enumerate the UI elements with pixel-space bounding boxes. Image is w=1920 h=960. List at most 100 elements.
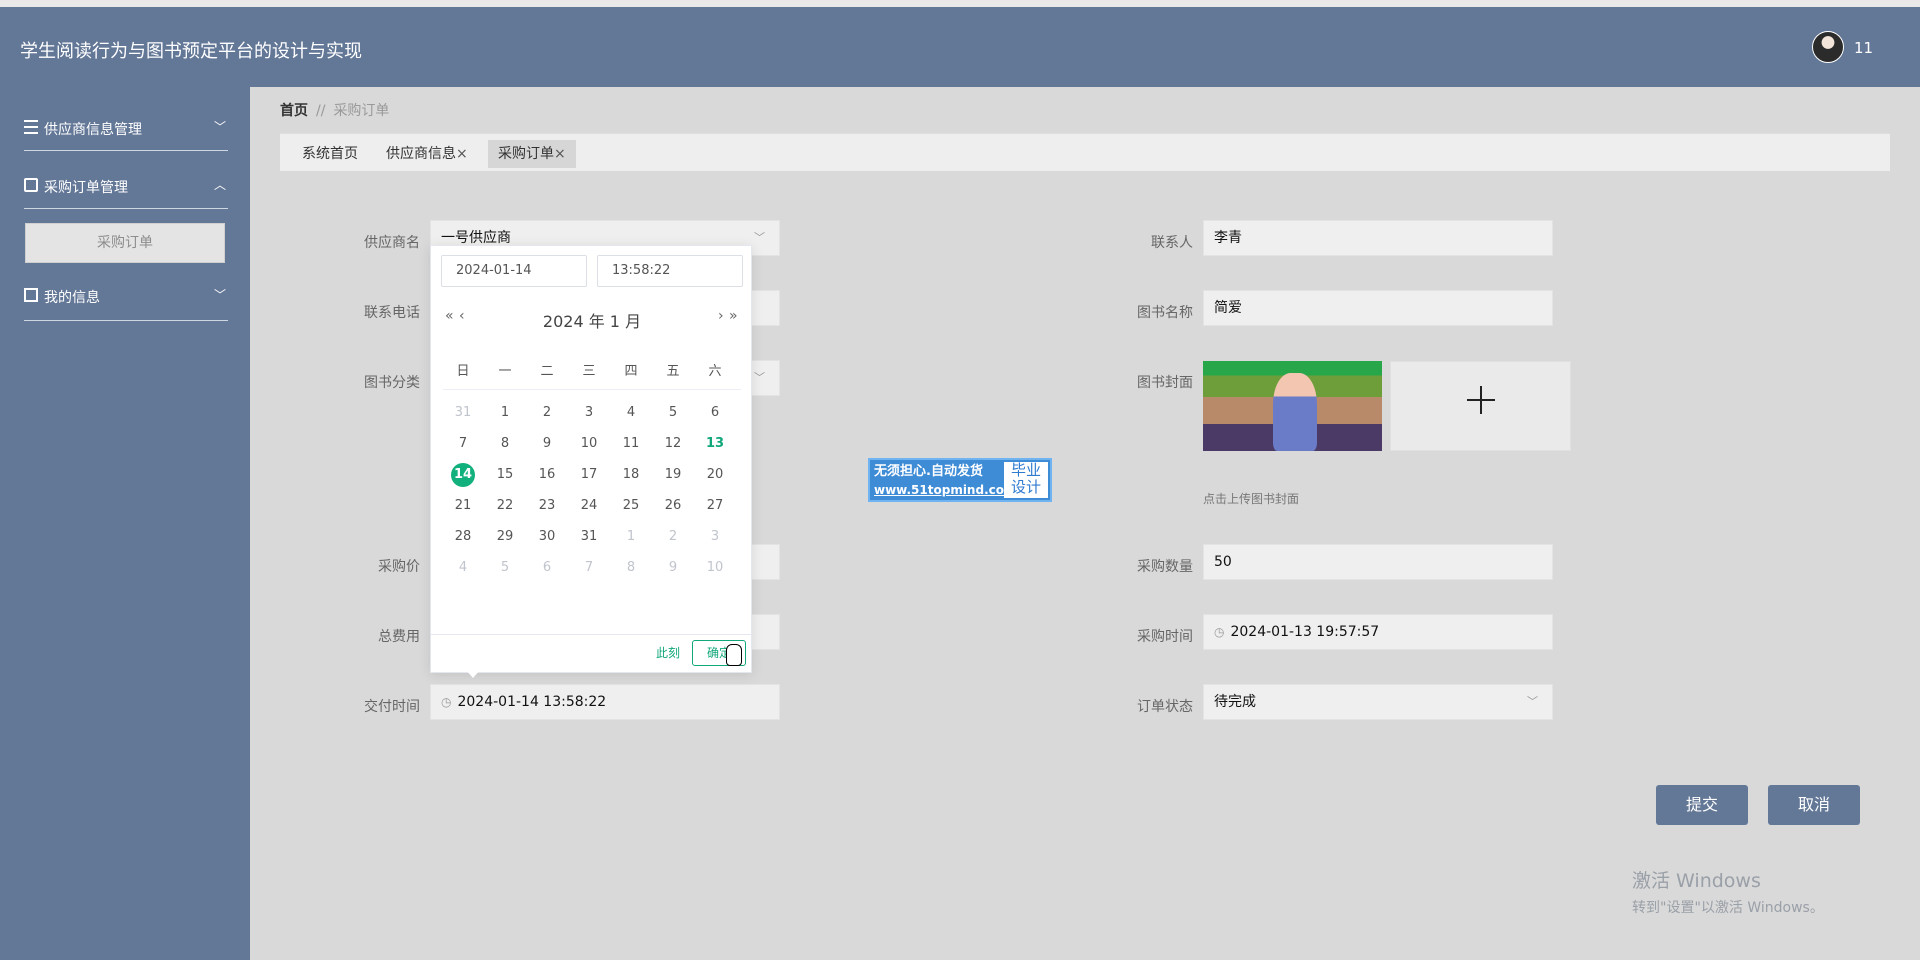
calendar-day[interactable]: 1 [611, 525, 651, 549]
calendar-day[interactable]: 23 [527, 494, 567, 518]
calendar-day[interactable]: 31 [569, 525, 609, 549]
watermark-banner[interactable]: 无须担心.自动发货 www.51topmind.com 毕业 设计 [868, 458, 1052, 502]
calendar-day[interactable]: 10 [695, 556, 735, 580]
weekday-label: 一 [498, 364, 512, 379]
calendar-day[interactable]: 3 [695, 525, 735, 549]
calendar-day[interactable]: 8 [611, 556, 651, 580]
calendar-day[interactable]: 5 [653, 401, 693, 425]
calendar-day[interactable]: 13 [695, 432, 735, 456]
calendar-day[interactable]: 19 [653, 463, 693, 487]
chevron-up-icon: ︿ [213, 178, 226, 192]
book-name-input[interactable]: 简爱 [1203, 290, 1553, 326]
delivery-time-label: 交付时间 [364, 699, 420, 715]
next-year-icon[interactable]: » [729, 308, 738, 324]
calendar-day[interactable]: 25 [611, 494, 651, 518]
quantity-label: 采购数量 [1137, 559, 1193, 575]
total-label: 总费用 [378, 629, 420, 645]
calendar-day[interactable]: 11 [611, 432, 651, 456]
picker-month-title[interactable]: 2024 年 1 月 [431, 308, 753, 332]
calendar-day[interactable]: 16 [527, 463, 567, 487]
sidebar-item-purchase[interactable]: 采购订单管理 ︿ [24, 170, 228, 200]
picker-time-input[interactable]: 13:58:22 [597, 255, 743, 287]
plus-icon [1467, 386, 1495, 414]
calendar-day[interactable]: 24 [569, 494, 609, 518]
calendar-day[interactable]: 5 [485, 556, 525, 580]
phone-label: 联系电话 [364, 305, 420, 321]
sidebar-item-supplier[interactable]: 供应商信息管理 ﹀ [24, 112, 228, 142]
calendar-day[interactable]: 1 [485, 401, 525, 425]
user-name[interactable]: 11 [1854, 39, 1873, 57]
supplier-name-label: 供应商名 [364, 235, 420, 251]
purchase-time-input[interactable]: ◷ 2024-01-13 19:57:57 [1203, 614, 1553, 650]
calendar-day[interactable]: 22 [485, 494, 525, 518]
breadcrumb-home[interactable]: 首页 [280, 103, 308, 119]
calendar-day[interactable]: 2 [653, 525, 693, 549]
calendar-day[interactable]: 2 [527, 401, 567, 425]
cancel-button[interactable]: 取消 [1768, 785, 1860, 825]
calendar-day[interactable]: 7 [569, 556, 609, 580]
calendar-day[interactable]: 18 [611, 463, 651, 487]
watermark-text: 无须担心.自动发货 www.51topmind.com [874, 462, 1017, 500]
picker-now-button[interactable]: 此刻 [656, 644, 680, 661]
chevron-down-icon: ﹀ [1527, 695, 1538, 708]
mouse-cursor [726, 644, 742, 666]
app-title: 学生阅读行为与图书预定平台的设计与实现 [20, 41, 362, 62]
tab-home[interactable]: 系统首页 [292, 140, 368, 168]
contact-input[interactable]: 李青 [1203, 220, 1553, 256]
purchase-time-label: 采购时间 [1137, 629, 1193, 645]
chevron-down-icon: ﹀ [213, 120, 226, 134]
calendar-day[interactable]: 17 [569, 463, 609, 487]
calendar-day[interactable]: 27 [695, 494, 735, 518]
breadcrumb: 首页 // 采购订单 [280, 100, 389, 120]
calendar-day[interactable]: 31 [443, 401, 483, 425]
calendar-day[interactable]: 26 [653, 494, 693, 518]
status-select[interactable]: 待完成 ﹀ [1203, 684, 1553, 720]
next-month-icon[interactable]: › [718, 308, 724, 324]
close-icon[interactable]: × [554, 146, 566, 162]
calendar-day[interactable]: 6 [527, 556, 567, 580]
calendar-day[interactable]: 14 [443, 463, 483, 487]
calendar-day[interactable]: 4 [611, 401, 651, 425]
delivery-time-input[interactable]: ◷ 2024-01-14 13:58:22 [430, 684, 780, 720]
cover-label: 图书封面 [1137, 375, 1193, 391]
calendar-day[interactable]: 8 [485, 432, 525, 456]
calendar-day[interactable]: 9 [527, 432, 567, 456]
calendar-day[interactable]: 21 [443, 494, 483, 518]
calendar-day[interactable]: 9 [653, 556, 693, 580]
tab-label: 系统首页 [302, 146, 358, 162]
chevron-down-icon: ﹀ [213, 288, 226, 302]
book-cover-image[interactable] [1203, 361, 1382, 451]
breadcrumb-separator: // [316, 103, 326, 119]
weekday-label: 三 [582, 364, 596, 379]
watermark-url: www.51topmind.com [874, 483, 1017, 497]
sidebar-subitem-purchase-order[interactable]: 采购订单 [25, 223, 225, 263]
upload-cover-button[interactable] [1390, 361, 1571, 451]
calendar-day[interactable]: 15 [485, 463, 525, 487]
window-top-strip [0, 0, 1920, 7]
calendar-day[interactable]: 4 [443, 556, 483, 580]
sidebar: 供应商信息管理 ﹀ 采购订单管理 ︿ [0, 87, 250, 960]
close-icon[interactable]: × [456, 146, 468, 162]
tab-label: 采购订单 [498, 146, 554, 162]
weekday-label: 五 [666, 364, 680, 379]
quantity-input[interactable]: 50 [1203, 544, 1553, 580]
weekday-label: 六 [708, 364, 722, 379]
selected-day: 14 [451, 463, 475, 487]
picker-date-input[interactable]: 2024-01-14 [441, 255, 587, 287]
calendar-day[interactable]: 12 [653, 432, 693, 456]
sidebar-item-my-info[interactable]: 我的信息 ﹀ [24, 280, 228, 310]
calendar-day[interactable]: 7 [443, 432, 483, 456]
calendar-day[interactable]: 29 [485, 525, 525, 549]
tab-purchase-order[interactable]: 采购订单× [488, 140, 576, 168]
calendar-day[interactable]: 10 [569, 432, 609, 456]
calendar-day[interactable]: 28 [443, 525, 483, 549]
calendar-day[interactable]: 6 [695, 401, 735, 425]
calendar-day[interactable]: 20 [695, 463, 735, 487]
submit-button[interactable]: 提交 [1656, 785, 1748, 825]
weekday-label: 二 [540, 364, 554, 379]
tab-supplier-info[interactable]: 供应商信息× [376, 140, 478, 168]
calendar-day[interactable]: 30 [527, 525, 567, 549]
user-avatar[interactable] [1812, 31, 1844, 63]
price-label: 采购价 [378, 559, 420, 575]
calendar-day[interactable]: 3 [569, 401, 609, 425]
